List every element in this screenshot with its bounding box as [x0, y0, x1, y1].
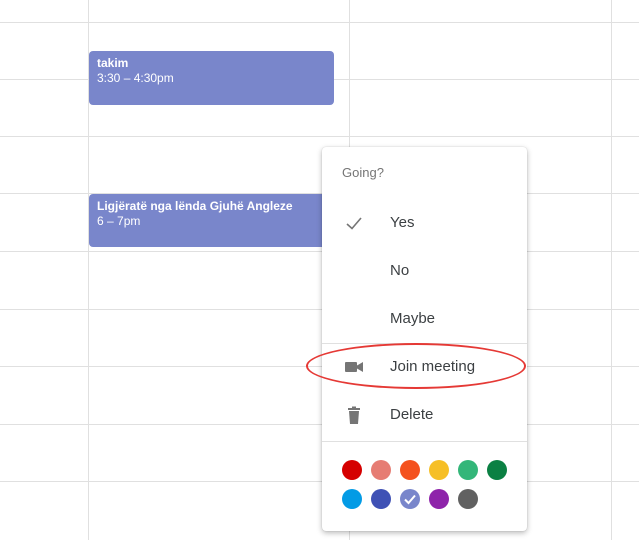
menu-item-delete[interactable]: Delete [322, 393, 527, 437]
color-swatch[interactable] [487, 460, 507, 480]
menu-item-label: Maybe [390, 310, 436, 327]
grid-hour-line [0, 251, 639, 252]
menu-item-label: No [390, 262, 410, 279]
video-camera-icon [344, 357, 364, 377]
menu-item-label: Yes [390, 214, 415, 231]
check-icon [404, 494, 416, 505]
color-swatch[interactable] [458, 460, 478, 480]
grid-hour-line [0, 481, 639, 482]
color-swatch[interactable] [342, 460, 362, 480]
grid-hour-line [0, 22, 639, 23]
trash-icon [344, 405, 364, 425]
event-time: 3:30 – 4:30pm [97, 71, 174, 85]
menu-item-maybe[interactable]: Maybe [322, 297, 527, 341]
event-title: Ligjëratë nga lënda Gjuhë Angleze [97, 199, 293, 213]
color-swatch[interactable] [429, 460, 449, 480]
grid-hour-line [0, 366, 639, 367]
event-time: 6 – 7pm [97, 214, 141, 228]
grid-day-divider [611, 0, 612, 540]
menu-separator [322, 343, 527, 344]
color-swatch[interactable] [458, 489, 478, 509]
menu-item-label: Join meeting [390, 358, 476, 375]
color-swatch-selected[interactable] [400, 489, 420, 509]
grid-hour-line [0, 424, 639, 425]
grid-hour-line [0, 309, 639, 310]
menu-item-yes[interactable]: Yes [322, 201, 527, 245]
menu-item-label: Delete [390, 406, 434, 423]
color-swatch[interactable] [400, 460, 420, 480]
color-swatch[interactable] [342, 489, 362, 509]
check-icon [344, 213, 364, 233]
calendar-event-takim[interactable]: takim 3:30 – 4:30pm [89, 51, 334, 105]
color-swatch[interactable] [371, 460, 391, 480]
color-swatch[interactable] [429, 489, 449, 509]
calendar-event-ligjerate[interactable]: Ligjëratë nga lënda Gjuhë Angleze 6 – 7p… [89, 194, 334, 247]
grid-hour-line [0, 136, 639, 137]
event-context-menu: Going? Yes No Maybe Join meeting Delete [322, 147, 527, 531]
menu-separator [322, 441, 527, 442]
event-title: takim [97, 56, 129, 70]
menu-heading: Going? [342, 165, 384, 180]
menu-item-join-meeting[interactable]: Join meeting [322, 345, 527, 389]
color-swatch[interactable] [371, 489, 391, 509]
menu-item-no[interactable]: No [322, 249, 527, 293]
